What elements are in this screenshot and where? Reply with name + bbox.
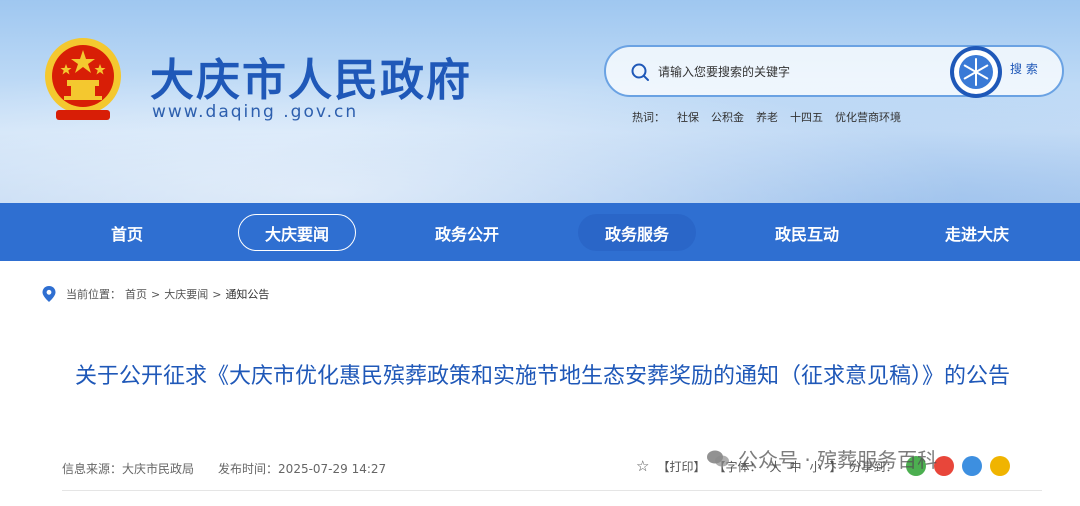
source-label: 信息来源： [62, 462, 123, 476]
breadcrumb-daqing-news[interactable]: 大庆要闻 [164, 286, 208, 302]
watermark-text: 公众号 · 殡葬服务百科 [738, 448, 938, 472]
main-nav: 首页 大庆要闻 政务公开 政务服务 政民互动 走进大庆 [0, 203, 1080, 261]
print-button[interactable]: 【打印】 [657, 458, 705, 475]
watermark: 公众号 · 殡葬服务百科 [706, 444, 937, 473]
site-header: 大庆市人民政府 www.daqing .gov.cn 搜 索 热词： 社保 公积… [0, 0, 1080, 203]
date-label: 发布时间： [218, 462, 279, 476]
breadcrumb-separator: > [212, 287, 222, 301]
nav-item-about-daqing[interactable]: 走进大庆 [918, 214, 1036, 251]
hot-word-link[interactable]: 公积金 [711, 109, 744, 125]
nav-item-gov-open[interactable]: 政务公开 [408, 214, 526, 251]
breadcrumb-current: 通知公告 [225, 288, 270, 301]
nav-item-daqing-news[interactable]: 大庆要闻 [238, 214, 356, 251]
site-url: www.daqing .gov.cn [152, 102, 359, 122]
hot-word-link[interactable]: 社保 [677, 109, 699, 125]
star-icon[interactable]: ☆ [636, 457, 649, 475]
source-value: 大庆市民政局 [122, 462, 195, 476]
hot-words-label: 热词： [632, 111, 665, 124]
breadcrumb-home[interactable]: 首页 [125, 286, 147, 302]
article-source: 信息来源：大庆市民政局 [62, 460, 194, 477]
wechat-logo-icon [707, 450, 729, 466]
article-meta: 信息来源：大庆市民政局 发布时间：2025-07-29 14:27 [62, 460, 386, 477]
breadcrumb-separator: > [151, 287, 161, 301]
location-pin-icon [42, 286, 56, 302]
site-title: 大庆市人民政府 [150, 55, 472, 106]
national-emblem-icon [45, 38, 121, 120]
hot-word-link[interactable]: 十四五 [790, 109, 823, 125]
hot-word-link[interactable]: 优化营商环境 [835, 109, 901, 125]
nav-item-home[interactable]: 首页 [68, 214, 186, 251]
search-icon [631, 63, 649, 81]
article-title: 关于公开征求《大庆市优化惠民殡葬政策和实施节地生态安葬奖励的通知（征求意见稿）》… [74, 364, 1010, 389]
breadcrumb: 当前位置： 首页 > 大庆要闻 > 通知公告 [42, 286, 269, 302]
snowflake-badge-icon [950, 46, 1002, 98]
hot-words: 热词： 社保 公积金 养老 十四五 优化营商环境 [632, 109, 901, 125]
breadcrumb-label: 当前位置： [66, 288, 121, 301]
divider [62, 490, 1042, 491]
nav-item-gov-service[interactable]: 政务服务 [578, 214, 696, 251]
hot-word-link[interactable]: 养老 [756, 109, 778, 125]
article-date: 发布时间：2025-07-29 14:27 [218, 460, 386, 477]
nav-item-interaction[interactable]: 政民互动 [748, 214, 866, 251]
search-button[interactable]: 搜 索 [1010, 60, 1038, 77]
qzone-share-icon[interactable] [961, 456, 982, 476]
search-input[interactable] [658, 60, 938, 84]
date-value: 2025-07-29 14:27 [278, 462, 387, 476]
tencent-share-icon[interactable] [989, 456, 1010, 476]
search-box: 搜 索 [604, 45, 1064, 98]
